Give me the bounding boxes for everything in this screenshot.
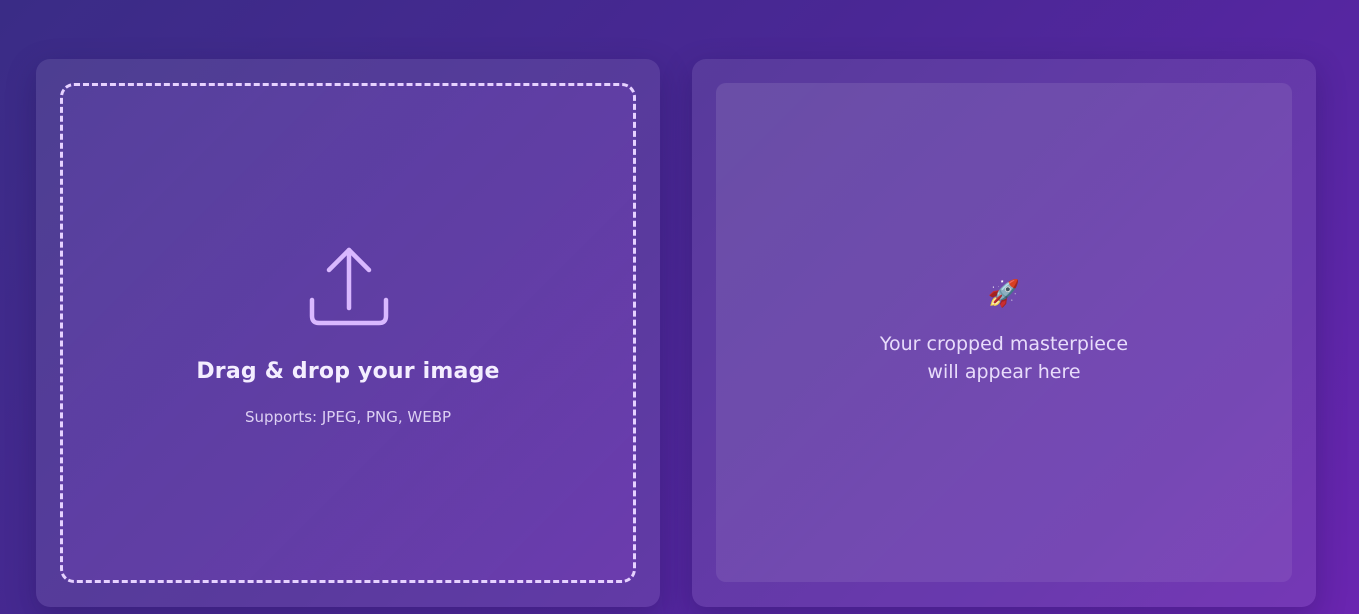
upload-panel: Drag & drop your image Supports: JPEG, P… bbox=[36, 59, 660, 607]
supported-formats-text: Supports: JPEG, PNG, WEBP bbox=[244, 408, 452, 426]
rocket-icon: 🚀 bbox=[987, 279, 1021, 309]
preview-placeholder-text: Your cropped masterpiece will appear her… bbox=[716, 330, 1292, 386]
preview-placeholder-line-2: will appear here bbox=[927, 361, 1081, 383]
preview-panel: 🚀 Your cropped masterpiece will appear h… bbox=[692, 59, 1316, 607]
dropzone-title: Drag & drop your image bbox=[196, 359, 500, 384]
image-dropzone[interactable]: Drag & drop your image Supports: JPEG, P… bbox=[60, 83, 636, 583]
preview-placeholder-line-1: Your cropped masterpiece bbox=[879, 333, 1129, 355]
cropped-preview-area: 🚀 Your cropped masterpiece will appear h… bbox=[716, 83, 1292, 582]
upload-icon bbox=[309, 247, 389, 326]
